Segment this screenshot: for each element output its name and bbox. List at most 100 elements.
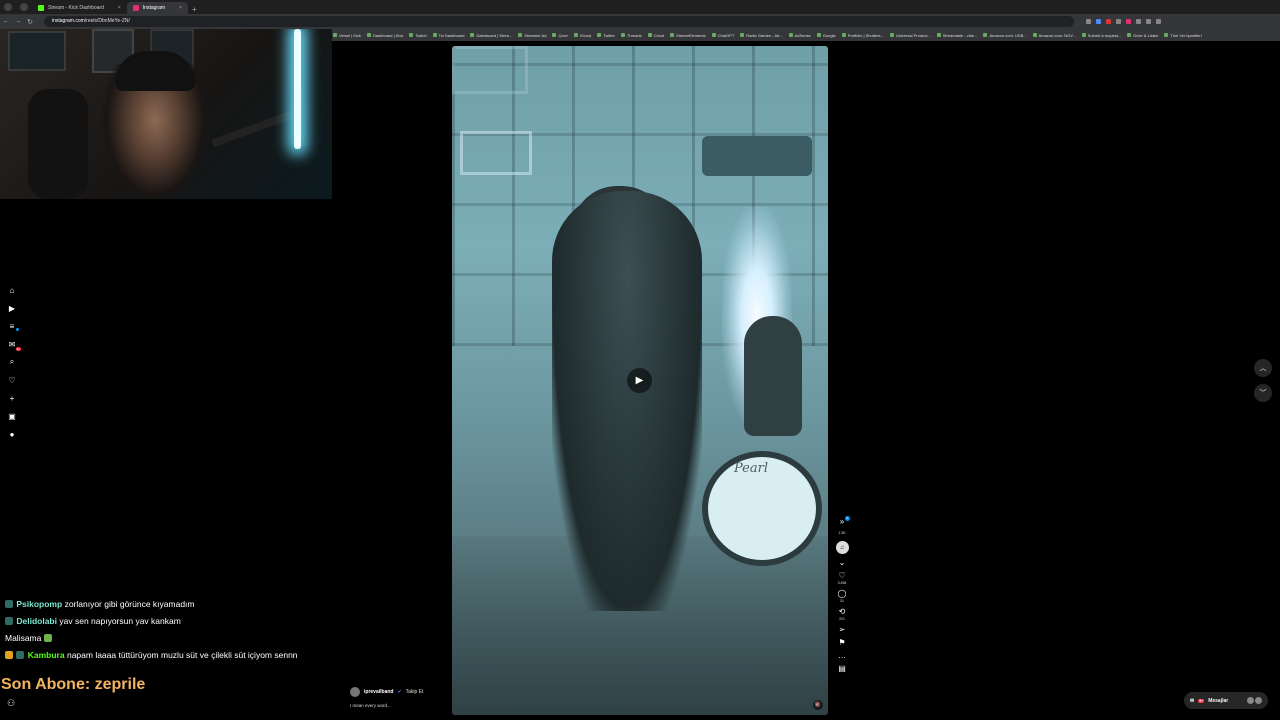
- search-icon[interactable]: ⌕: [7, 357, 17, 367]
- bookmark-item[interactable]: Dashboard | Kick: [366, 33, 403, 38]
- bookmark-label: Universal Product...: [895, 32, 931, 38]
- previous-reel-button[interactable]: ︿: [1254, 359, 1272, 377]
- bookmark-icon: [409, 33, 414, 37]
- bookmark-label: AdSense: [794, 32, 811, 38]
- bookmark-item[interactable]: Radio Garden - Alt...: [740, 33, 783, 38]
- bookmark-item[interactable]: Submit a request...: [1081, 33, 1121, 38]
- mute-button[interactable]: 🔇: [813, 700, 823, 710]
- follow-button[interactable]: Takip Et: [406, 689, 424, 695]
- expand-action[interactable]: ⌄: [839, 558, 846, 567]
- bookmark-label: Twitch: [415, 32, 427, 38]
- close-icon[interactable]: ×: [118, 2, 121, 14]
- bookmark-label: Threads: [626, 32, 642, 38]
- bookmark-item[interactable]: AdSense: [788, 32, 811, 38]
- bookmark-icon: [432, 33, 437, 37]
- bookmark-label: Portfolio | Shutters...: [847, 32, 884, 38]
- bookmark-label: ChatGPT: [717, 32, 735, 38]
- message-avatars: [1247, 697, 1262, 704]
- messages-label: Mesajlar: [1208, 697, 1229, 704]
- reload-button[interactable]: ↻: [24, 18, 36, 26]
- bookmark-icon: [936, 33, 941, 37]
- bookmark-label: Çevir: [558, 32, 568, 38]
- like-button[interactable]: ♡ 3.456: [838, 571, 847, 585]
- extension-icon[interactable]: [1146, 19, 1151, 24]
- menu-icon[interactable]: ≡: [7, 321, 19, 331]
- avatar[interactable]: [350, 687, 360, 697]
- bookmark-item[interactable]: Universal Product...: [889, 32, 931, 38]
- author-name[interactable]: iprevailband: [364, 689, 393, 695]
- extension-icon[interactable]: [1106, 19, 1111, 24]
- threads-icon[interactable]: ▣: [7, 411, 17, 421]
- create-icon[interactable]: +: [7, 393, 17, 403]
- audio-thumb[interactable]: ▤: [838, 664, 846, 673]
- tab-instagram[interactable]: Instagram ×: [126, 2, 188, 14]
- chat-text: napam laaaa tüttürüyom muzlu süt ve çile…: [66, 650, 298, 660]
- extension-icon[interactable]: [1126, 19, 1131, 24]
- messages-icon[interactable]: ✉ 9+: [7, 339, 21, 351]
- profile-icon[interactable]: ●: [7, 429, 17, 439]
- wall-frame: [8, 31, 66, 71]
- account-icon[interactable]: ⚇: [7, 698, 15, 709]
- extension-icon[interactable]: [1116, 19, 1121, 24]
- comment-button[interactable]: ◯ 31: [838, 589, 847, 603]
- bookmark-item[interactable]: Versel | Kick: [333, 33, 361, 38]
- address-input[interactable]: instagram.com/reels/DbnMeYe-ZN/: [44, 16, 1074, 27]
- bookmark-item[interactable]: Streamer Ad: [518, 33, 546, 38]
- bookmark-item[interactable]: Streamable - vide...: [936, 33, 977, 38]
- reel-caption[interactable]: I mean every word...: [350, 703, 391, 708]
- bookmark-item[interactable]: StreamElements: [670, 33, 706, 38]
- home-icon[interactable]: ⌂: [7, 285, 17, 295]
- audio-action[interactable]: 1.3K: [838, 530, 845, 535]
- reels-icon[interactable]: ▶: [7, 303, 17, 313]
- bookmark-item[interactable]: Threads: [620, 32, 642, 38]
- bookmark-item[interactable]: Twitch: [409, 32, 427, 38]
- save-button[interactable]: ⚑: [838, 638, 845, 647]
- bookmark-item[interactable]: ChatGPT: [711, 32, 735, 38]
- bookmark-icon: [518, 33, 523, 37]
- back-button[interactable]: ←: [0, 18, 12, 25]
- window-menu-icon[interactable]: [4, 3, 12, 11]
- emote-icon: [5, 651, 13, 659]
- bookmark-item[interactable]: Google: [816, 33, 836, 38]
- bookmark-item[interactable]: Drive & Listen: [1127, 33, 1158, 38]
- skip-action[interactable]: »: [840, 517, 844, 526]
- extension-icon[interactable]: [1096, 19, 1101, 24]
- extension-icon[interactable]: [1086, 19, 1091, 24]
- messages-button[interactable]: ✉ 9+ Mesajlar: [1184, 692, 1268, 709]
- more-button[interactable]: …: [838, 651, 846, 660]
- address-toolbar: ← → ↻ instagram.com/reels/DbnMeYe-ZN/: [0, 14, 1280, 29]
- chat-message: Delidolabi yav sen napıyorsun yav kankam: [0, 613, 330, 630]
- close-icon[interactable]: ×: [179, 2, 182, 14]
- bookmark-item[interactable]: Amazon.com: USB...: [983, 33, 1027, 38]
- bookmark-item[interactable]: Twitter: [597, 33, 615, 38]
- new-tab-button[interactable]: +: [188, 5, 201, 14]
- heart-icon[interactable]: ♡: [7, 375, 17, 385]
- bookmark-item[interactable]: iCloud: [573, 33, 591, 38]
- bookmark-icon: [816, 33, 821, 37]
- bookmark-item[interactable]: Tw Dashboard: [432, 33, 464, 38]
- tab-search-icon[interactable]: [20, 3, 28, 11]
- repost-button[interactable]: ⟲ 221: [839, 607, 846, 621]
- chat-text: Malisama: [5, 633, 42, 643]
- audio-count: 1.3K: [838, 531, 846, 535]
- emote-icon: [43, 634, 52, 642]
- reel-video[interactable]: Pearl ▶ 🔇: [452, 46, 828, 715]
- profile-icon[interactable]: [1156, 19, 1161, 24]
- tab-title: Stream - Kick Dashboard: [48, 5, 104, 11]
- bookmark-item[interactable]: Tüm Yer İşaretleri: [1164, 33, 1202, 38]
- bookmark-icon: [788, 33, 793, 37]
- share-button[interactable]: ➢: [839, 625, 846, 634]
- bookmark-item[interactable]: Dashboard | Strea...: [470, 33, 512, 38]
- bookmark-item[interactable]: Çevir: [552, 32, 568, 38]
- forward-button[interactable]: →: [12, 18, 24, 25]
- bookmark-item[interactable]: Amazon.com: NOV...: [1032, 33, 1076, 38]
- tab-kick-dashboard[interactable]: Stream - Kick Dashboard ×: [32, 2, 127, 14]
- bookmark-item[interactable]: Portfolio | Shutters...: [841, 32, 884, 38]
- messages-icon: ✉: [1190, 697, 1195, 704]
- bookmark-icon: [983, 33, 988, 37]
- extension-icon[interactable]: [1136, 19, 1141, 24]
- play-button[interactable]: ▶: [627, 368, 652, 393]
- audio-track-button[interactable]: ♫: [835, 541, 849, 554]
- next-reel-button[interactable]: ﹀: [1254, 384, 1272, 402]
- bookmark-item[interactable]: Cricut: [647, 33, 664, 38]
